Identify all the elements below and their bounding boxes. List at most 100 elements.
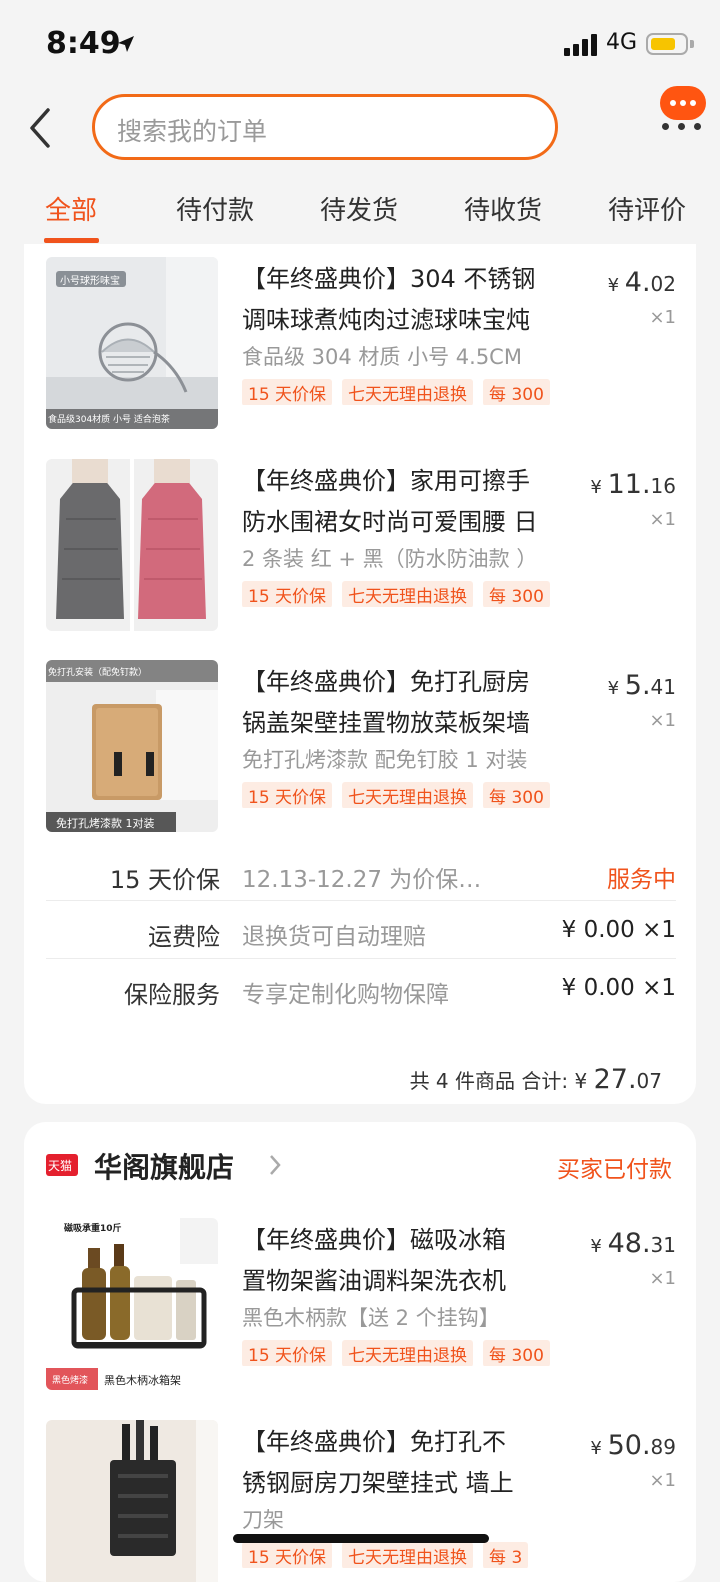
tag-price-protect: 15 天价保 [242,782,333,808]
order-item[interactable]: 【年终盛典价】家用可擦手 防水围裙女时尚可爱围腰 日 2 条装 红 + 黑（防水… [46,459,676,631]
thumb-caption-top: 磁吸承重10斤 [64,1224,122,1234]
tab-pending-payment[interactable]: 待付款 [176,190,254,227]
tmall-logo-icon: 天猫 [46,1154,78,1176]
service-status: 服务中 [607,867,676,893]
product-thumbnail[interactable]: 小号球形味宝 食品级304材质 小号 适合泡茶 [46,257,218,429]
price-integer: 50. [607,1430,651,1461]
service-value: ¥ 0.00 ×1 [561,917,676,943]
thumb-caption-top: 免打孔安装（配免钉款） [48,668,148,678]
tmall-badge-text: 天猫 [48,1159,73,1173]
order-item[interactable]: 磁吸承重10斤 黑色烤漆 黑色木柄冰箱架 【年终盛典价】磁吸冰箱 置物架酱油调料… [46,1218,676,1390]
item-price: ¥ 5.41 [608,670,676,701]
item-quantity: ×1 [649,1268,676,1289]
back-chevron-icon[interactable] [24,106,60,150]
tag-discount: 每 3 [483,1542,529,1568]
price-integer: 11. [607,469,651,500]
tag-7day-return: 七天无理由退换 [342,581,474,607]
price-decimal: 02 [650,272,676,296]
search-input[interactable]: 搜索我的订单 [92,94,558,160]
tag-7day-return: 七天无理由退换 [342,379,474,405]
status-time: 8:49 [46,26,121,61]
service-row-insurance[interactable]: 保险服务 专享定制化购物保障 ¥ 0.00 ×1 [46,961,676,1017]
more-options-icon[interactable] [662,123,702,131]
product-title[interactable]: 【年终盛典价】磁吸冰箱 置物架酱油调料架洗衣机 [242,1220,580,1302]
service-tags: 15 天价保 七天无理由退换每 300 [242,1340,572,1366]
product-sku: 刀架 [242,1508,284,1532]
item-count: 共 4 件商品 [409,1069,516,1093]
currency-symbol: ¥ [590,1438,602,1459]
store-name[interactable]: 华阁旗舰店 [94,1146,234,1186]
product-sku: 免打孔烤漆款 配免钉胶 1 对装 [242,748,528,772]
service-label: 运费险 [148,923,220,951]
order-card[interactable]: 天猫 华阁旗舰店 买家已付款 磁吸承重10斤 黑色烤漆 黑色木柄冰箱架 【年终盛… [24,1122,696,1582]
product-sku: 食品级 304 材质 小号 4.5CM [242,345,522,369]
service-tags: 15 天价保 七天无理由退换每 300 [242,379,572,405]
product-thumbnail[interactable] [46,459,218,631]
product-thumbnail[interactable] [46,1420,218,1582]
divider [46,900,676,901]
chevron-right-icon[interactable] [268,1154,282,1176]
sum-label: 合计: [521,1069,569,1093]
price-decimal: 41 [650,675,676,699]
service-desc: 退换货可自动理赔 [242,924,426,950]
order-item[interactable]: 免打孔安装（配免钉款） 免打孔烤漆款 1对装 【年终盛典价】免打孔厨房 锅盖架壁… [46,660,676,832]
home-indicator[interactable] [233,1534,489,1543]
service-desc: 专享定制化购物保障 [242,982,449,1008]
tab-pending-receipt[interactable]: 待收货 [464,190,542,227]
currency-symbol: ¥ [590,477,602,498]
item-quantity: ×1 [649,1470,676,1491]
product-title[interactable]: 【年终盛典价】免打孔厨房 锅盖架壁挂置物放菜板架墙 [242,662,580,744]
order-item[interactable]: 【年终盛典价】免打孔不 锈钢厨房刀架壁挂式 墙上 刀架 15 天价保 七天无理由退… [46,1420,676,1582]
thumb-caption-bottom: 黑色木柄冰箱架 [104,1374,181,1387]
product-title[interactable]: 【年终盛典价】304 不锈钢 调味球煮炖肉过滤球味宝炖 [242,259,580,341]
item-price: ¥ 11.16 [590,469,676,500]
message-bubble-icon[interactable] [660,86,706,120]
product-title[interactable]: 【年终盛典价】家用可擦手 防水围裙女时尚可爱围腰 日 [242,461,580,543]
divider [46,958,676,959]
product-thumbnail[interactable]: 磁吸承重10斤 黑色烤漆 黑色木柄冰箱架 [46,1218,218,1390]
service-tags: 15 天价保 七天无理由退换每 300 [242,581,572,607]
product-title[interactable]: 【年终盛典价】免打孔不 锈钢厨房刀架壁挂式 墙上 [242,1422,580,1504]
product-title-line2: 调味球煮炖肉过滤球味宝炖 [242,306,530,334]
tab-all[interactable]: 全部 [45,190,97,227]
status-bar: 8:49 4G [0,0,720,88]
tag-discount: 每 300 [483,1340,550,1366]
tag-price-protect: 15 天价保 [242,1340,333,1366]
order-item[interactable]: 小号球形味宝 食品级304材质 小号 适合泡茶 【年终盛典价】304 不锈钢 调… [46,257,676,429]
item-price: ¥ 50.89 [590,1430,676,1461]
order-tabs: 全部 待付款 待发货 待收货 待评价 [0,178,720,244]
service-row-shipping-insurance[interactable]: 运费险 退换货可自动理赔 ¥ 0.00 ×1 [46,903,676,959]
active-tab-indicator [44,238,99,243]
thumb-caption-bottom: 食品级304材质 小号 适合泡茶 [48,415,170,425]
price-integer: 48. [607,1228,651,1259]
order-status: 买家已付款 [557,1157,672,1183]
sum-integer: 27. [593,1064,637,1095]
product-sku: 黑色木柄款【送 2 个挂钩】 [242,1306,500,1330]
battery-tip [690,40,694,48]
product-sku: 2 条装 红 + 黑（防水防油款 ） [242,547,538,571]
service-row-price-protect[interactable]: 15 天价保 12.13-12.27 为价保… 服务中 [46,846,676,902]
product-title-line2: 置物架酱油调料架洗衣机 [242,1267,506,1295]
tag-7day-return: 七天无理由退换 [342,782,474,808]
service-label: 15 天价保 [109,866,220,894]
product-title-line1: 【年终盛典价】磁吸冰箱 [242,1226,506,1254]
thumb-caption-top: 小号球形味宝 [60,276,120,287]
currency-symbol: ¥ [607,275,620,296]
product-thumbnail[interactable]: 免打孔安装（配免钉款） 免打孔烤漆款 1对装 [46,660,218,832]
order-card[interactable]: 小号球形味宝 食品级304材质 小号 适合泡茶 【年终盛典价】304 不锈钢 调… [24,244,696,1104]
service-tags: 15 天价保 七天无理由退换每 3 [242,1542,572,1568]
currency-symbol: ¥ [590,1236,602,1257]
item-quantity: ×1 [649,710,676,731]
tab-pending-shipment[interactable]: 待发货 [320,190,398,227]
price-decimal: 16 [650,474,676,498]
service-label: 保险服务 [124,981,220,1009]
tag-discount: 每 300 [483,581,550,607]
tag-discount: 每 300 [483,379,550,405]
tag-7day-return: 七天无理由退换 [342,1340,474,1366]
price-decimal: 89 [650,1435,676,1459]
tag-price-protect: 15 天价保 [242,379,333,405]
search-placeholder: 搜索我的订单 [117,117,268,146]
product-title-line2: 锈钢厨房刀架壁挂式 墙上 [242,1469,514,1497]
thumb-badge: 黑色烤漆 [52,1376,89,1386]
tab-pending-review[interactable]: 待评价 [608,190,686,227]
